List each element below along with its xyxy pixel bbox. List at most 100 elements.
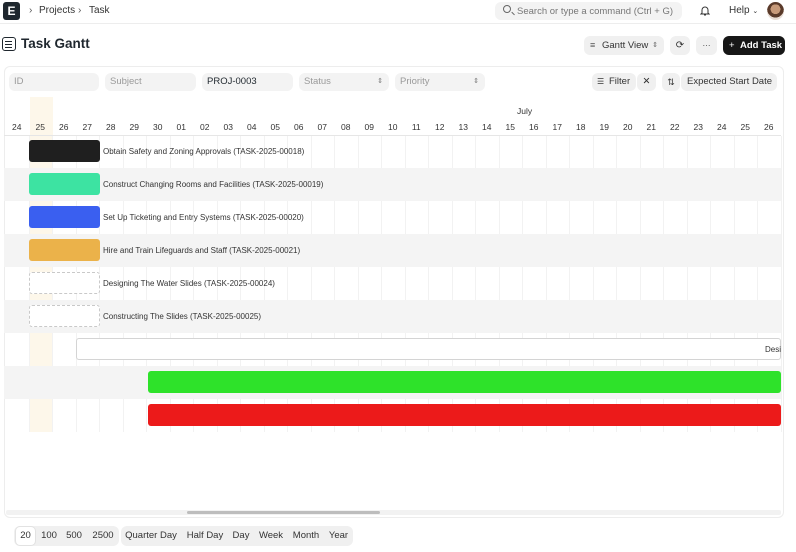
- date-column-label: 12: [435, 122, 445, 132]
- task-bar-label[interactable]: Desi: [765, 345, 781, 354]
- refresh-button[interactable]: ⟳: [670, 36, 690, 55]
- notification-bell-icon[interactable]: [700, 5, 710, 16]
- scale-half-day[interactable]: Half Day: [184, 526, 226, 546]
- month-label: July: [517, 106, 533, 116]
- date-column-label: 11: [411, 122, 421, 132]
- date-column-label: 18: [576, 122, 586, 132]
- date-column-label: 30: [153, 122, 163, 132]
- date-column-label: 14: [482, 122, 492, 132]
- scale-quarter-day[interactable]: Quarter Day: [122, 526, 180, 546]
- task-bar[interactable]: [76, 338, 781, 360]
- app-logo[interactable]: E: [3, 2, 20, 20]
- date-column-label: 03: [223, 122, 233, 132]
- horizontal-scrollbar[interactable]: [6, 510, 781, 515]
- date-column-label: 24: [12, 122, 22, 132]
- date-column-label: 13: [458, 122, 468, 132]
- user-avatar[interactable]: [767, 2, 784, 20]
- navbar: E › Projects › Task Search or type a com…: [0, 0, 796, 24]
- sort-order-button[interactable]: ⇅: [662, 73, 680, 91]
- date-column-label: 25: [740, 122, 750, 132]
- sort-icon: ⇅: [667, 77, 675, 87]
- page-size-500[interactable]: 500: [63, 526, 85, 546]
- task-bar-label[interactable]: Hire and Train Lifeguards and Staff (TAS…: [103, 246, 300, 255]
- date-column-label: 17: [552, 122, 562, 132]
- add-task-button[interactable]: + Add Task: [723, 36, 785, 55]
- scale-year[interactable]: Year: [326, 526, 351, 546]
- date-column-label: 26: [59, 122, 69, 132]
- scrollbar-thumb[interactable]: [187, 511, 380, 514]
- task-bar-label[interactable]: Designing The Water Slides (TASK-2025-00…: [103, 279, 275, 288]
- more-icon: ···: [702, 41, 711, 50]
- date-column-label: 15: [505, 122, 515, 132]
- updown-caret-icon: ⇕: [652, 42, 658, 49]
- sort-by-label: Expected Start Date: [687, 76, 773, 87]
- task-bar[interactable]: [148, 371, 781, 393]
- date-column-label: 04: [247, 122, 257, 132]
- task-bar[interactable]: [29, 173, 100, 195]
- task-bar-label[interactable]: Constructing The Slides (TASK-2025-00025…: [103, 312, 261, 321]
- view-label: Gantt View: [602, 40, 649, 51]
- task-bar[interactable]: [29, 272, 100, 294]
- date-column-label: 29: [129, 122, 139, 132]
- date-column-label: 05: [270, 122, 280, 132]
- breadcrumb-projects[interactable]: Projects: [39, 5, 75, 16]
- filter-icon: ☰: [597, 77, 605, 86]
- sidebar-toggle-icon[interactable]: [2, 37, 16, 51]
- task-bar[interactable]: [29, 239, 100, 261]
- date-column-label: 24: [717, 122, 727, 132]
- breadcrumb-task[interactable]: Task: [89, 5, 110, 16]
- date-column-label: 27: [82, 122, 92, 132]
- more-actions-button[interactable]: ···: [696, 36, 717, 55]
- priority-filter-select[interactable]: Priority ⇕: [395, 73, 485, 91]
- help-label: Help: [729, 5, 750, 16]
- priority-placeholder: Priority: [400, 76, 430, 87]
- scale-week[interactable]: Week: [256, 526, 286, 546]
- date-column-label: 22: [670, 122, 680, 132]
- gantt-view-icon: ≡: [590, 40, 596, 50]
- task-bar[interactable]: [148, 404, 781, 426]
- task-bar[interactable]: [29, 305, 100, 327]
- refresh-icon: ⟳: [675, 40, 685, 51]
- page-title: Task Gantt: [21, 36, 90, 51]
- chevron-right-icon: ›: [29, 5, 33, 16]
- search-icon: [503, 5, 511, 13]
- status-filter-select[interactable]: Status ⇕: [299, 73, 389, 91]
- clear-filter-button[interactable]: ✕: [637, 73, 656, 91]
- date-column-label: 19: [599, 122, 609, 132]
- sort-by-button[interactable]: Expected Start Date: [681, 73, 777, 91]
- scale-month[interactable]: Month: [290, 526, 322, 546]
- task-bar[interactable]: [29, 140, 100, 162]
- id-filter-input[interactable]: ID: [9, 73, 99, 91]
- date-column-label: 06: [294, 122, 304, 132]
- updown-caret-icon: ⇕: [473, 78, 479, 85]
- close-icon: ✕: [642, 76, 651, 87]
- filter-button[interactable]: ☰ Filter: [592, 73, 636, 91]
- project-filter-input[interactable]: PROJ-0003: [202, 73, 293, 91]
- subject-filter-input[interactable]: Subject: [105, 73, 196, 91]
- date-column-label: 01: [176, 122, 186, 132]
- date-column-label: 09: [364, 122, 374, 132]
- date-column-label: 08: [341, 122, 351, 132]
- date-column-label: 07: [317, 122, 327, 132]
- scale-day[interactable]: Day: [230, 526, 252, 546]
- task-bar-label[interactable]: Obtain Safety and Zoning Approvals (TASK…: [103, 147, 304, 156]
- page-size-2500[interactable]: 2500: [89, 526, 117, 546]
- filter-label: Filter: [609, 76, 631, 87]
- page-size-20[interactable]: 20: [15, 526, 36, 546]
- updown-caret-icon: ⇕: [377, 78, 383, 85]
- date-column-label: 20: [623, 122, 633, 132]
- view-switcher-button[interactable]: ≡ Gantt View ⇕: [584, 36, 664, 55]
- help-menu[interactable]: Help ⌄: [729, 5, 758, 16]
- date-column-label: 25: [35, 122, 45, 132]
- date-column-label: 21: [646, 122, 656, 132]
- task-bar-label[interactable]: Construct Changing Rooms and Facilities …: [103, 180, 323, 189]
- search-input[interactable]: Search or type a command (Ctrl + G): [495, 2, 682, 20]
- date-column-label: 28: [106, 122, 116, 132]
- task-bar[interactable]: [29, 206, 100, 228]
- date-column-label: 23: [693, 122, 703, 132]
- chevron-down-icon: ⌄: [752, 8, 759, 15]
- date-column-label: 02: [200, 122, 210, 132]
- task-bar-label[interactable]: Set Up Ticketing and Entry Systems (TASK…: [103, 213, 304, 222]
- page-size-100[interactable]: 100: [38, 526, 60, 546]
- status-placeholder: Status: [304, 76, 331, 87]
